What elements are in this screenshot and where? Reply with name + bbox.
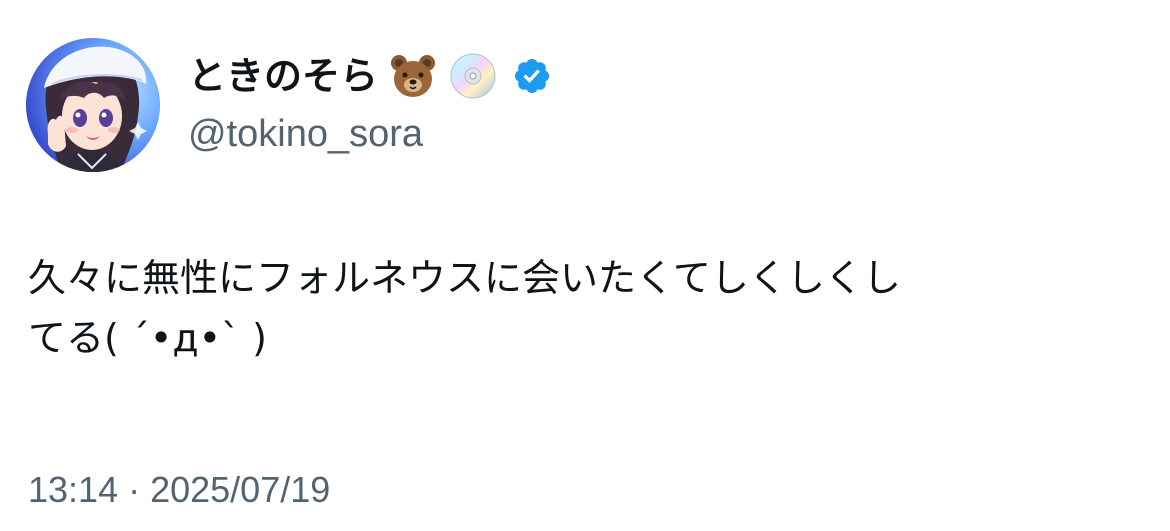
avatar[interactable] [26,38,160,172]
tweet-card: ときのそら @tokino_sora 久々に無性にフォルネウスに会いたくてしくし… [0,0,1170,531]
avatar-illustration [26,38,160,172]
author-handle[interactable]: @tokino_sora [188,110,423,158]
tweet-text-line: 久々に無性にフォルネウスに会いたくてしくしくし [28,256,901,300]
tweet-text: 久々に無性にフォルネウスに会いたくてしくしくし てる( ´•д•` ) [28,248,1138,368]
timestamp-separator: · [118,469,151,510]
bear-face-emoji [388,51,438,101]
author-display-name[interactable]: ときのそら [188,48,378,104]
tweet-timestamp: 13:14 · 2025/07/19 [28,466,330,514]
optical-disc-emoji [448,51,498,101]
author-name-row: ときのそら [188,48,552,104]
tweet-date[interactable]: 2025/07/19 [150,469,330,510]
tweet-text-line: てる( ´•д•` ) [28,316,267,360]
verified-badge-icon[interactable] [512,56,552,96]
tweet-time[interactable]: 13:14 [28,469,118,510]
